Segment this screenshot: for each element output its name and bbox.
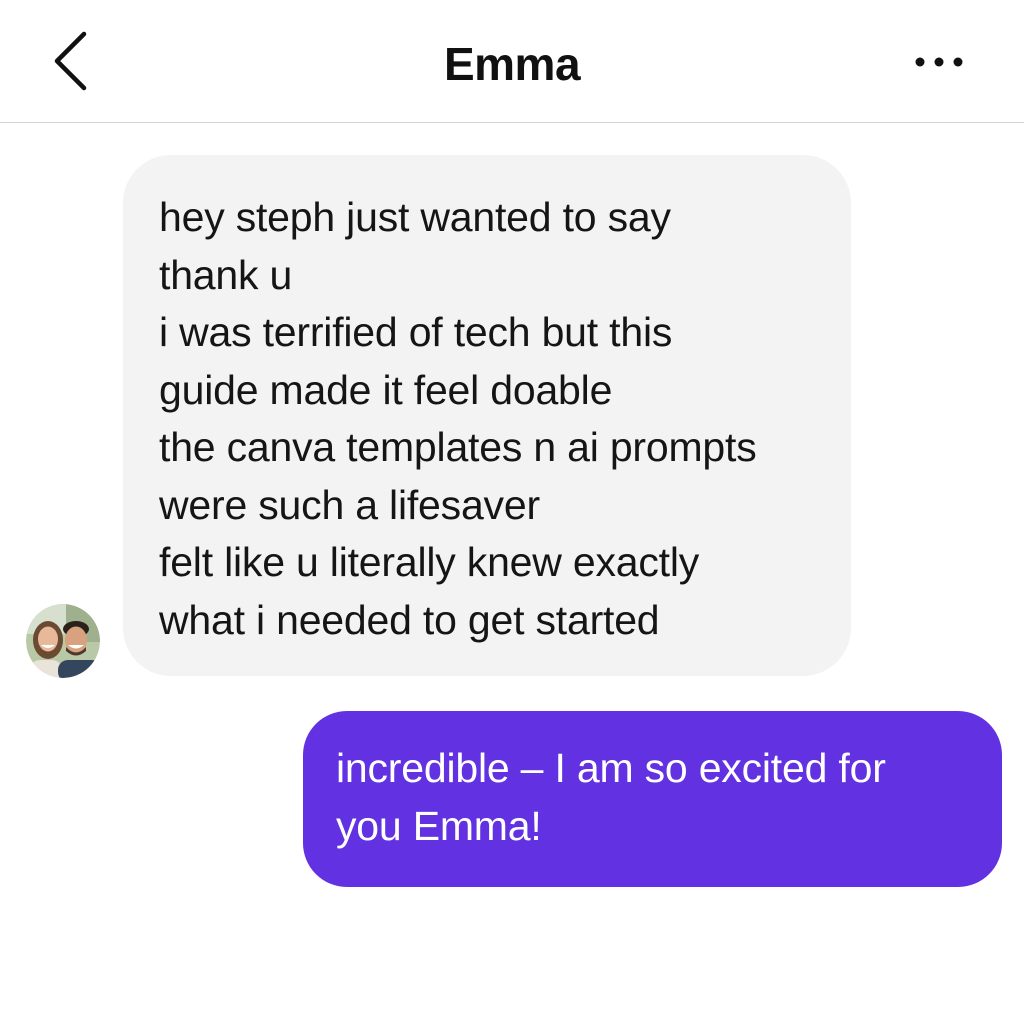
message-text-line: you Emma! — [336, 803, 542, 849]
avatar-photo-icon — [26, 604, 100, 678]
message-text-line: hey steph just wanted to say — [159, 194, 671, 240]
message-text-line: i was terrified of tech but this — [159, 309, 673, 355]
message-text-line: felt like u literally knew exactly — [159, 539, 700, 585]
contact-avatar[interactable] — [26, 604, 100, 678]
more-horizontal-icon — [915, 57, 963, 67]
message-text-line: what i needed to get started — [159, 596, 660, 643]
chat-screen: Emma hey steph just wanted to say thank … — [0, 0, 1024, 1024]
message-text-line: thank u — [159, 251, 293, 298]
outgoing-message-bubble[interactable]: incredible – I am so excited for you Emm… — [303, 711, 1002, 887]
message-text-line: were such a lifesaver — [159, 481, 540, 528]
more-options-button[interactable] — [906, 44, 972, 80]
message-text-line: incredible – I am so excited for — [336, 745, 886, 791]
message-text-line: guide made it feel doable — [159, 366, 613, 413]
message-text-line: the canva templates n ai prompts — [159, 424, 757, 470]
chat-header: Emma — [0, 0, 1024, 123]
incoming-message-bubble[interactable]: hey steph just wanted to say thank u i w… — [123, 155, 851, 676]
conversation-title: Emma — [443, 38, 581, 90]
